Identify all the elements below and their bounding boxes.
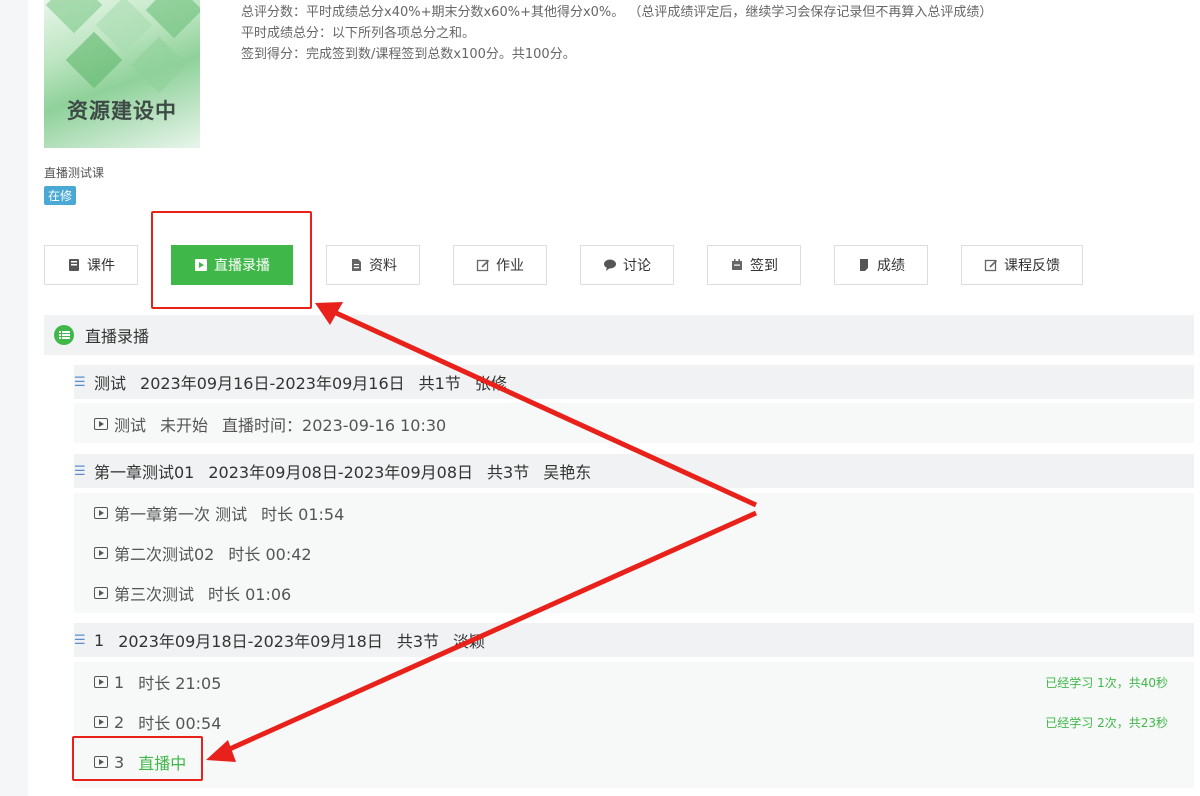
arrow-to-live (212, 510, 758, 759)
arrow-to-tab (321, 304, 758, 508)
arrow-head-icon (206, 740, 236, 762)
annotation-arrows (206, 302, 758, 762)
